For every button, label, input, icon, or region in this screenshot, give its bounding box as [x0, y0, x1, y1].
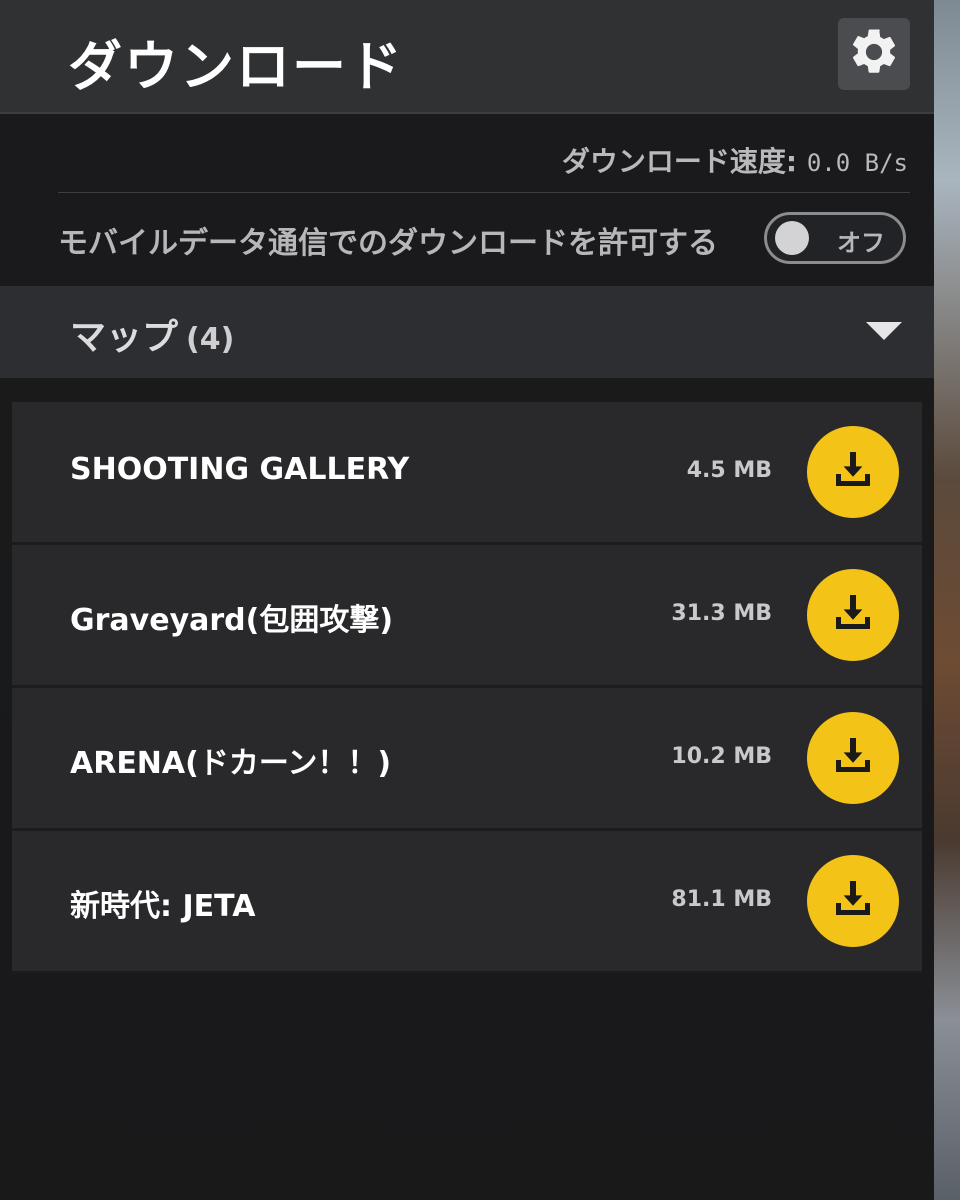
map-size: 31.3 MB: [671, 601, 772, 626]
maps-section-label: マップ: [70, 317, 179, 358]
list-item: Graveyard(包囲攻撃) 31.3 MB: [12, 545, 922, 688]
download-speed-label: ダウンロード速度:: [561, 145, 798, 178]
download-panel: ダウンロード ダウンロード速度: 0.0 B/s モバイルデータ通信でのダウンロ…: [0, 0, 934, 1200]
list-item: ARENA(ドカーン！！) 10.2 MB: [12, 688, 922, 831]
map-size: 10.2 MB: [671, 744, 772, 769]
toggle-state-label: オフ: [837, 229, 885, 257]
map-name: Graveyard(包囲攻撃): [70, 603, 394, 638]
download-button[interactable]: [807, 712, 899, 804]
maps-section-header[interactable]: マップ (4): [0, 286, 934, 378]
game-scene-strip: [934, 0, 960, 1200]
maps-count: (4): [186, 322, 235, 357]
download-button[interactable]: [807, 426, 899, 518]
map-size: 81.1 MB: [671, 887, 772, 912]
mobile-data-label: モバイルデータ通信でのダウンロードを許可する: [58, 226, 718, 261]
map-name: 新時代: JETA: [70, 889, 256, 924]
download-icon: [829, 589, 877, 641]
chevron-down-icon[interactable]: [866, 322, 902, 340]
settings-button[interactable]: [838, 18, 910, 90]
download-button[interactable]: [807, 569, 899, 661]
download-button[interactable]: [807, 855, 899, 947]
download-speed-value: 0.0 B/s: [806, 149, 908, 177]
map-size: 4.5 MB: [686, 458, 772, 483]
gear-icon: [847, 25, 901, 83]
map-name: SHOOTING GALLERY: [70, 452, 410, 487]
divider: [58, 192, 910, 193]
map-name: ARENA(ドカーン！！): [70, 746, 392, 781]
list-item: 新時代: JETA 81.1 MB: [12, 831, 922, 974]
list-item: SHOOTING GALLERY 4.5 MB: [12, 402, 922, 545]
download-icon: [829, 446, 877, 498]
download-icon: [829, 875, 877, 927]
maps-section-title: マップ (4): [70, 308, 234, 360]
panel-header: ダウンロード: [0, 0, 934, 114]
mobile-data-toggle[interactable]: オフ: [764, 212, 906, 264]
download-icon: [829, 732, 877, 784]
page-title: ダウンロード: [68, 35, 404, 98]
map-list: SHOOTING GALLERY 4.5 MB Graveyard(包囲攻撃) …: [12, 402, 922, 974]
toggle-knob: [775, 221, 809, 255]
download-speed: ダウンロード速度: 0.0 B/s: [562, 140, 908, 180]
